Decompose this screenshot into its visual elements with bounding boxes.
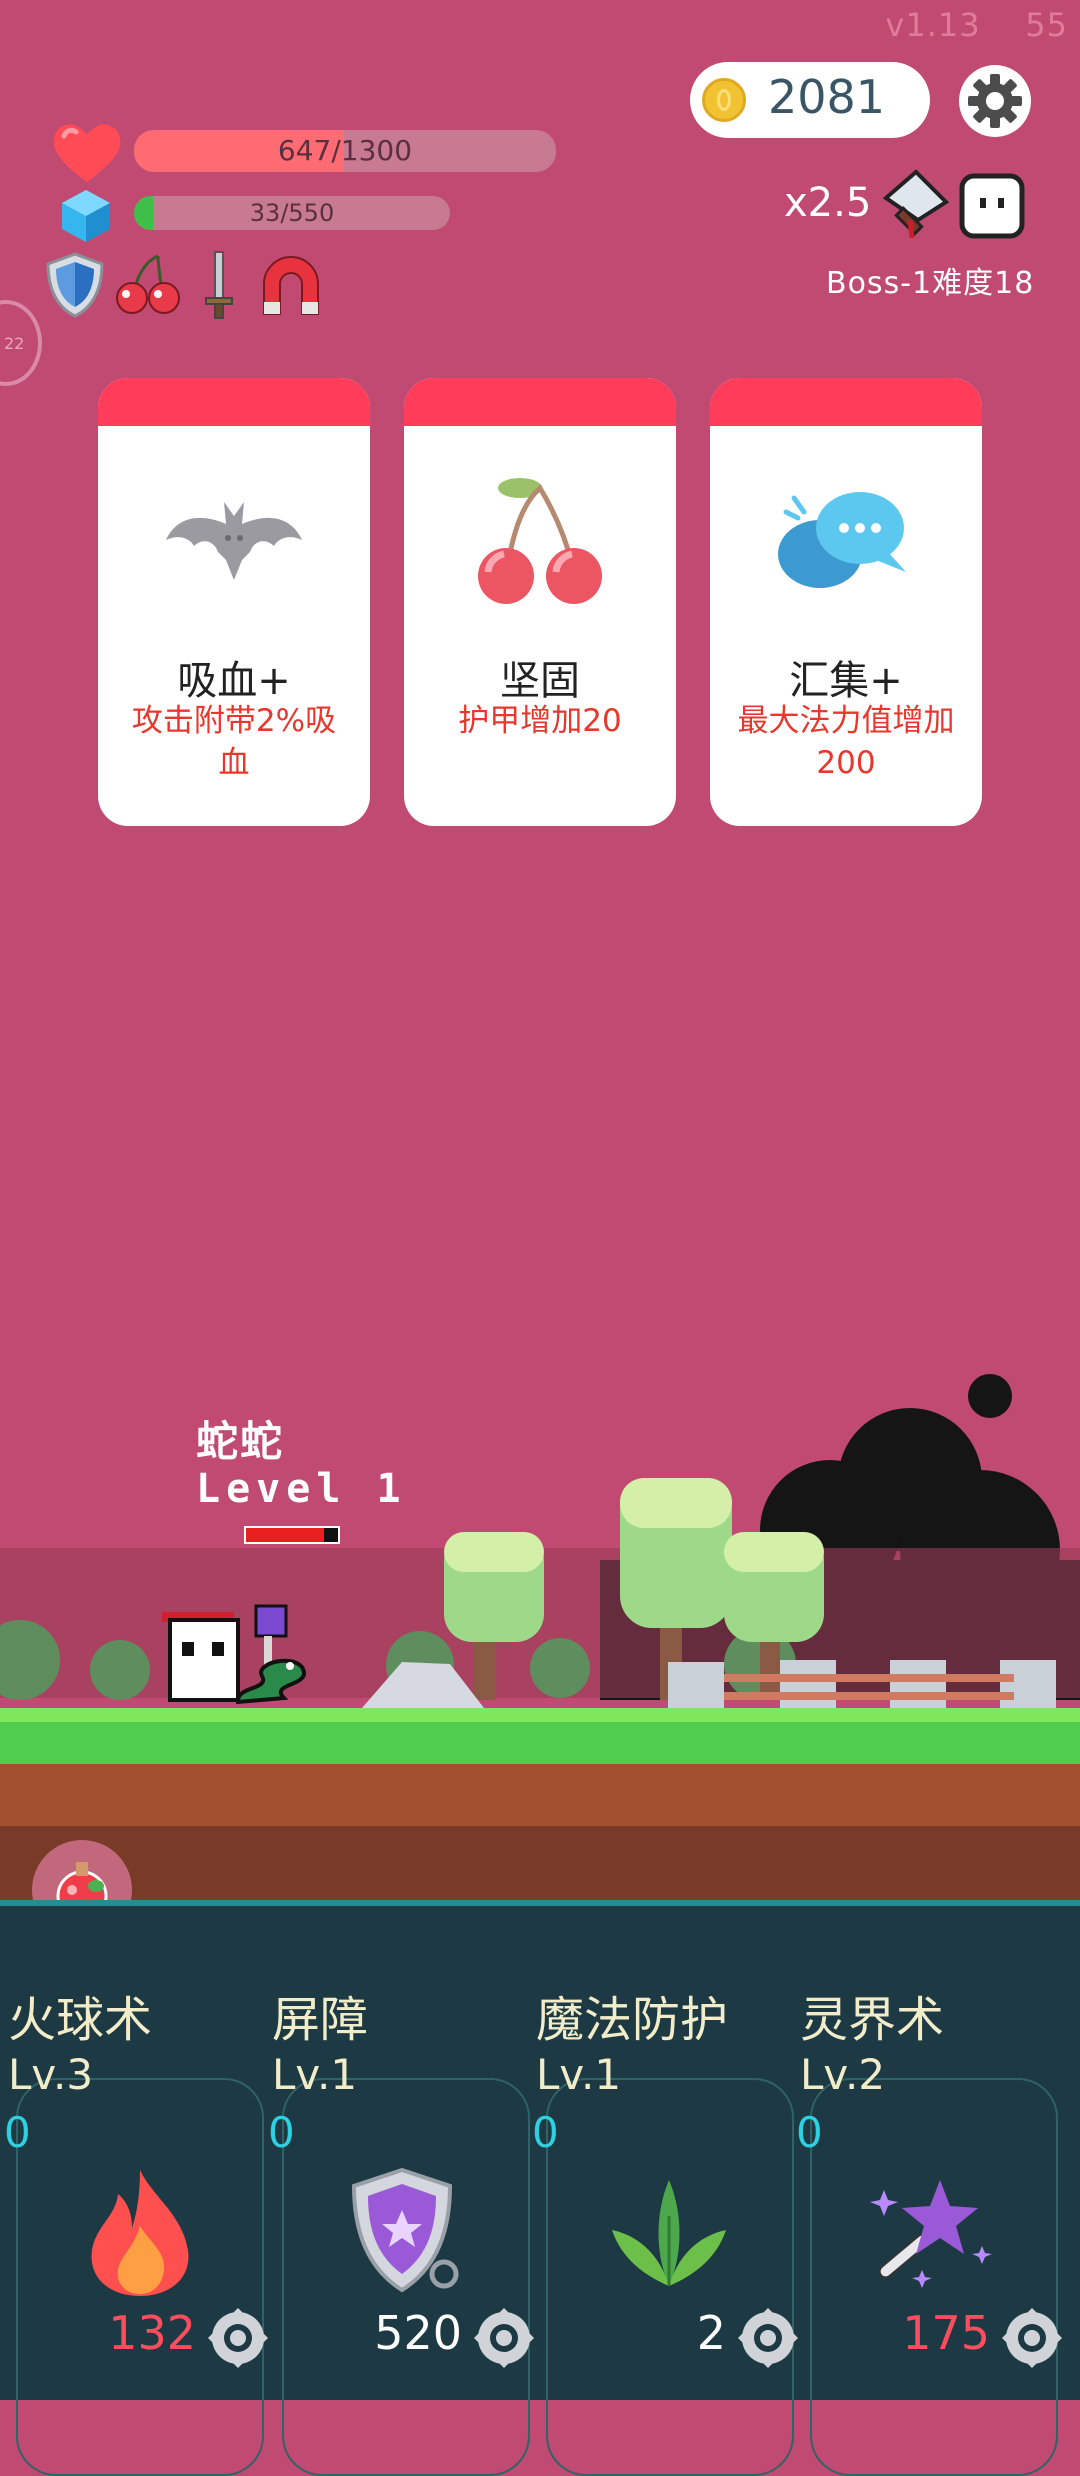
boss-difficulty: Boss-1难度18 (826, 266, 1035, 301)
bat-icon (166, 502, 302, 580)
card-description: 护甲增加20 (458, 703, 622, 739)
card-title: 吸血+ (177, 658, 291, 704)
side-tab-button[interactable]: 22 (0, 300, 42, 386)
version-label: v1.13 55 (885, 6, 1068, 44)
upgrade-card-sturdy[interactable]: 坚固 护甲增加20 (404, 378, 676, 826)
enemy-hp-fill (246, 1528, 325, 1542)
shield-star-icon (351, 2167, 459, 2293)
gem-cost-icon (1002, 2308, 1062, 2368)
mp-bar: 33/550 (134, 196, 450, 230)
skill-row: 火球术 Lv.3 0 132 屏障 Lv.1 0 520 魔法防护 Lv.1 0… (0, 1980, 1080, 2476)
enemy-name: 蛇蛇 (196, 1417, 285, 1466)
battle-scene (0, 1374, 1080, 1900)
hp-text: 647/1300 (277, 134, 413, 167)
coin-value: 2081 (768, 70, 886, 124)
speed-multiplier[interactable]: x2.5 (784, 180, 871, 226)
skill-cost: 132 (108, 2306, 196, 2360)
version-text: v1.13 (885, 6, 981, 44)
skill-cost: 175 (902, 2306, 990, 2360)
chat-bubble-icon (778, 492, 906, 588)
card-header (98, 378, 370, 426)
fps-text: 55 (1025, 6, 1068, 44)
panel-border (0, 1900, 1080, 1906)
cleaver-icon (882, 169, 950, 239)
skill-name: 火球术 (8, 1992, 153, 2048)
skill-name: 屏障 (272, 1992, 369, 2048)
hp-bar: 647/1300 (134, 130, 556, 172)
card-header (404, 378, 676, 426)
skill-count: 0 (4, 2108, 31, 2157)
skill-level: Lv.1 (272, 2050, 358, 2099)
cherry-icon (478, 478, 602, 604)
skill-level: Lv.3 (8, 2050, 94, 2099)
leaf-icon (612, 2180, 726, 2286)
upgrade-card-gather[interactable]: 汇集+ 最大法力值增加200 (710, 378, 982, 826)
skill-cost: 520 (374, 2306, 462, 2360)
gem-cost-icon (208, 2308, 268, 2368)
enemy-hp-bar (244, 1526, 340, 1544)
skill-level: Lv.2 (800, 2050, 886, 2099)
card-description: 攻击附带2%吸血 (131, 703, 337, 781)
ghost-icon (959, 173, 1025, 239)
skill-name: 灵界术 (800, 1992, 945, 2048)
card-title: 坚固 (500, 658, 580, 704)
settings-gear-button[interactable] (958, 64, 1032, 138)
heart-icon (53, 124, 121, 182)
card-description: 最大法力值增加200 (737, 703, 955, 781)
cherry-icon (116, 254, 180, 314)
skill-level: Lv.1 (536, 2050, 622, 2099)
magic-wand-icon (870, 2180, 992, 2288)
gem-cost-icon (474, 2308, 534, 2368)
enemy-level: Level 1 (196, 1466, 407, 1512)
skill-count: 0 (532, 2108, 559, 2157)
fire-icon (91, 2170, 189, 2296)
coin-counter: 2081 (690, 62, 930, 138)
skill-cost: 2 (696, 2306, 726, 2360)
gem-cost-icon (738, 2308, 798, 2368)
side-tab-label: 22 (4, 334, 25, 353)
sword-icon (205, 251, 233, 319)
coin-icon (702, 78, 746, 122)
magnet-icon (263, 256, 319, 315)
upgrade-card-lifesteal[interactable]: 吸血+ 攻击附带2%吸血 (98, 378, 370, 826)
mp-text: 33/550 (249, 199, 335, 227)
skill-count: 0 (268, 2108, 295, 2157)
shield-icon (46, 252, 104, 318)
card-header (710, 378, 982, 426)
card-title: 汇集+ (789, 658, 903, 704)
skill-name: 魔法防护 (536, 1992, 729, 2048)
skill-count: 0 (796, 2108, 823, 2157)
mana-crystal-icon (62, 190, 110, 242)
